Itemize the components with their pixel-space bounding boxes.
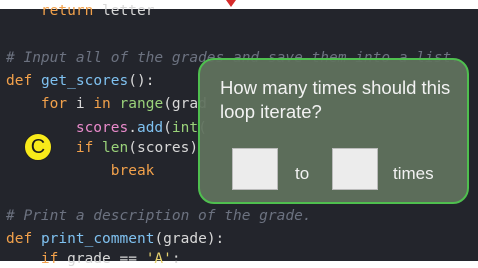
code-token: (scores) [128, 140, 199, 156]
code-line: if grade == 'A': [6, 250, 181, 268]
popup-to-label: to [295, 164, 310, 183]
code-token: in [93, 96, 111, 112]
step-badge: C [24, 133, 52, 161]
code-token: . [128, 120, 137, 136]
code-token: def [6, 73, 33, 89]
code-token: : [171, 251, 181, 267]
popup-times-label: times [393, 164, 434, 183]
code-line: return letter [6, 2, 155, 20]
code-token: grade == [58, 251, 146, 267]
code-line: def get_scores(): [6, 72, 154, 90]
code-line: break [6, 162, 155, 180]
code-line: # Print a description of the grade. [6, 207, 312, 225]
code-token: int [171, 120, 199, 136]
code-token: letter [93, 3, 155, 19]
code-line: def print_comment(grade): [6, 230, 224, 248]
code-line: for i in range(grad [6, 95, 207, 113]
code-token: add [136, 120, 164, 136]
code-token: (grade): [154, 231, 225, 247]
code-token: def [6, 231, 33, 247]
code-token: if [40, 251, 59, 267]
arrow-down-icon [226, 0, 236, 7]
code-token: break [110, 163, 155, 179]
code-token: len [102, 140, 129, 156]
code-token: ( [163, 120, 172, 136]
code-token: 'A' [145, 251, 172, 267]
code-token: # Print a description of the grade. [6, 208, 312, 224]
code-token: return [40, 3, 94, 19]
code-token: (): [128, 73, 155, 89]
code-token: print_comment [40, 231, 155, 247]
code-token: i [67, 96, 94, 112]
code-token: for [40, 96, 68, 112]
answer-input-start[interactable] [232, 148, 278, 190]
question-popup: How many times should this loop iterate?… [198, 58, 469, 204]
code-token: get_scores [40, 73, 129, 89]
popup-question: How many times should this loop iterate? [220, 77, 451, 122]
code-token: scores [75, 120, 129, 136]
code-token: range [119, 96, 164, 112]
answer-input-end[interactable] [332, 148, 378, 190]
code-token: if [75, 140, 94, 156]
